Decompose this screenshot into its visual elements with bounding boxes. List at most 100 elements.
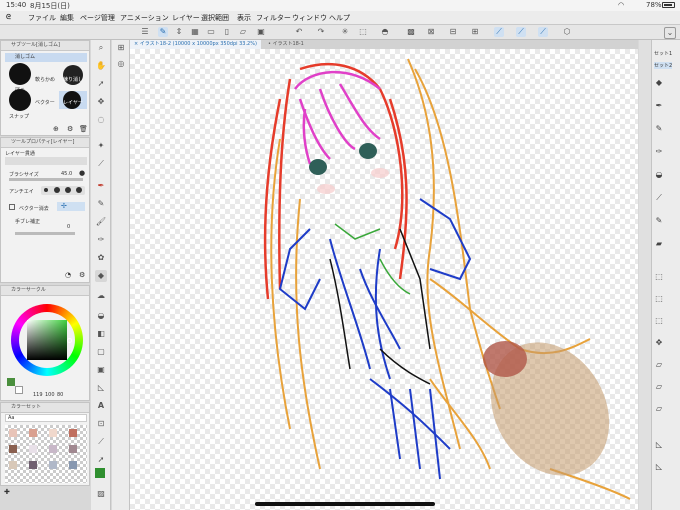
selection-icon[interactable]: ▩ <box>406 27 416 37</box>
color-swatch-grid[interactable] <box>5 425 87 483</box>
menu-layer[interactable]: レイヤー <box>172 13 200 23</box>
cube-icon[interactable]: ⬡ <box>562 27 572 37</box>
grid-snap-icon[interactable]: ⟋ <box>538 27 548 37</box>
right-flip-icon[interactable]: ▱ <box>652 402 666 416</box>
saturation-brightness-square[interactable] <box>27 320 67 360</box>
right-pen-icon[interactable]: ✒ <box>652 99 666 113</box>
operation-tool-icon[interactable]: ➚ <box>95 78 107 90</box>
text-tool-icon[interactable]: A <box>95 400 107 412</box>
frame-tool-icon[interactable]: ▣ <box>95 364 107 376</box>
eraser-vector-preview[interactable] <box>9 89 31 111</box>
right-select-rect-icon[interactable]: ⬚ <box>652 270 666 284</box>
color-swatch[interactable] <box>69 461 77 469</box>
magic-wand-icon[interactable]: ✦ <box>95 140 107 152</box>
stepper-icon[interactable]: ⇕ <box>174 27 184 37</box>
toolbar-main-color[interactable] <box>95 468 105 478</box>
right-ink-icon[interactable]: ▰ <box>652 237 666 251</box>
grid-icon[interactable]: ▦ <box>190 27 200 37</box>
dropper-icon[interactable]: ✚ <box>4 488 10 496</box>
right-pencil-icon[interactable]: ✎ <box>652 122 666 136</box>
tool-settings-icon[interactable]: ⚙ <box>79 271 85 279</box>
brush-size-slider[interactable] <box>9 178 83 181</box>
right-liner-icon[interactable]: ✎ <box>652 214 666 228</box>
brush-tool-icon[interactable]: 🖌 <box>95 216 107 228</box>
stabilization-value[interactable]: 0 <box>67 224 70 230</box>
menu-filter[interactable]: フィルター <box>256 13 291 23</box>
right-eraser-icon[interactable]: ◆ <box>652 76 666 90</box>
crop-icon[interactable]: ⊠ <box>426 27 436 37</box>
app-logo-icon[interactable]: ᘓ <box>6 13 11 22</box>
color-swatch[interactable] <box>69 445 77 453</box>
color-picker-handle[interactable] <box>67 338 72 343</box>
redo-icon[interactable]: ↷ <box>316 27 326 37</box>
zoom-tool-icon[interactable]: ⌕ <box>95 42 107 54</box>
right-airbrush-icon[interactable]: ⟋ <box>652 191 666 205</box>
color-swatch[interactable] <box>69 429 77 437</box>
correct-line-tool-icon[interactable]: ⟋ <box>95 436 107 448</box>
ruler-tool-icon[interactable]: ◺ <box>95 382 107 394</box>
clear-icon[interactable]: ✳ <box>340 27 350 37</box>
navigator-icon[interactable]: ◎ <box>115 58 127 70</box>
gradient-tool-icon[interactable]: ◧ <box>95 328 107 340</box>
hand-tool-icon[interactable]: ✋ <box>95 60 107 72</box>
color-swatch[interactable] <box>29 429 37 437</box>
vector-erase-checkbox[interactable] <box>9 204 15 210</box>
canvas-icon[interactable]: ▭ <box>206 27 216 37</box>
color-swatch[interactable] <box>49 461 57 469</box>
layer-select-icon[interactable]: ✎ <box>158 27 168 37</box>
color-set-dropdown[interactable]: Aa <box>5 414 87 422</box>
fill-icon[interactable]: ◓ <box>380 27 390 37</box>
menu-selection[interactable]: 選択範囲 <box>201 13 229 23</box>
pen-tool-icon[interactable]: ✒ <box>95 180 107 192</box>
brush-size-value[interactable]: 45.0 <box>61 171 72 177</box>
eraser-hard-preview[interactable] <box>9 63 31 85</box>
right-transform-icon[interactable]: ▱ <box>652 358 666 372</box>
delete-subtool-icon[interactable]: 🗑 <box>79 125 88 133</box>
right-select-pen-icon[interactable]: ⬚ <box>652 314 666 328</box>
stabilization-slider[interactable] <box>15 232 75 235</box>
color-swatch[interactable] <box>29 445 37 453</box>
collapse-right-icon[interactable]: ⌄ <box>664 27 676 39</box>
color-swatch[interactable] <box>9 445 17 453</box>
right-brush-icon[interactable]: ✑ <box>652 145 666 159</box>
menu-file[interactable]: ファイル <box>28 13 56 23</box>
new-file-icon[interactable]: ▯ <box>222 27 232 37</box>
save-icon[interactable]: ▣ <box>256 27 266 37</box>
eyedropper-icon[interactable]: ⟋ <box>95 158 107 170</box>
document-tab-inactive[interactable]: • イラスト18-1 <box>264 40 308 49</box>
vector-erase-mode[interactable]: ✢ <box>57 202 85 211</box>
right-ruler-icon[interactable]: ◺ <box>652 438 666 452</box>
menu-edit[interactable]: 編集 <box>60 13 74 23</box>
right-select-lasso-icon[interactable]: ⬚ <box>652 292 666 306</box>
right-tab-2[interactable]: セット2 <box>654 62 673 69</box>
drawing-canvas[interactable] <box>130 49 638 510</box>
arrow-tool-icon[interactable]: ➚ <box>95 454 107 466</box>
blend-tool-icon[interactable]: ☁ <box>95 290 107 302</box>
right-gradient-icon[interactable]: ◺ <box>652 460 666 474</box>
open-folder-icon[interactable]: ▱ <box>238 27 248 37</box>
document-tab-active[interactable]: × イラスト18-2 (10000 x 10000px 350dpi 33.2%… <box>130 40 261 49</box>
menu-view[interactable]: 表示 <box>237 13 251 23</box>
ruler-snap-icon[interactable]: ⟋ <box>494 27 504 37</box>
add-subtool-icon[interactable]: ⊕ <box>53 125 59 133</box>
figure-tool-icon[interactable]: ▢ <box>95 346 107 358</box>
undo-icon[interactable]: ↶ <box>294 27 304 37</box>
subtool-settings-icon[interactable]: ⚙ <box>67 125 73 133</box>
decoration-tool-icon[interactable]: ✿ <box>95 252 107 264</box>
menu-help[interactable]: ヘルプ <box>329 13 350 23</box>
menu-window[interactable]: ウィンドウ <box>292 13 327 23</box>
right-rotate-icon[interactable]: ▱ <box>652 380 666 394</box>
invert-icon[interactable]: ⊞ <box>470 27 480 37</box>
transparent-color-icon[interactable]: ▨ <box>95 488 107 500</box>
pencil-tool-icon[interactable]: ✎ <box>95 198 107 210</box>
tool-reset-icon[interactable]: ◔ <box>65 271 71 279</box>
airbrush-tool-icon[interactable]: ✑ <box>95 234 107 246</box>
eraser-tool-icon[interactable]: ◆ <box>95 270 107 282</box>
hamburger-menu-icon[interactable]: ☰ <box>140 27 150 37</box>
deselect-icon[interactable]: ⊟ <box>448 27 458 37</box>
antialias-selector[interactable] <box>41 186 85 195</box>
color-swatch[interactable] <box>29 461 37 469</box>
transform-icon[interactable]: ⬚ <box>358 27 368 37</box>
subtool-group-tab[interactable]: 消しゴム <box>5 53 87 62</box>
sub-color-swatch[interactable] <box>15 386 23 394</box>
